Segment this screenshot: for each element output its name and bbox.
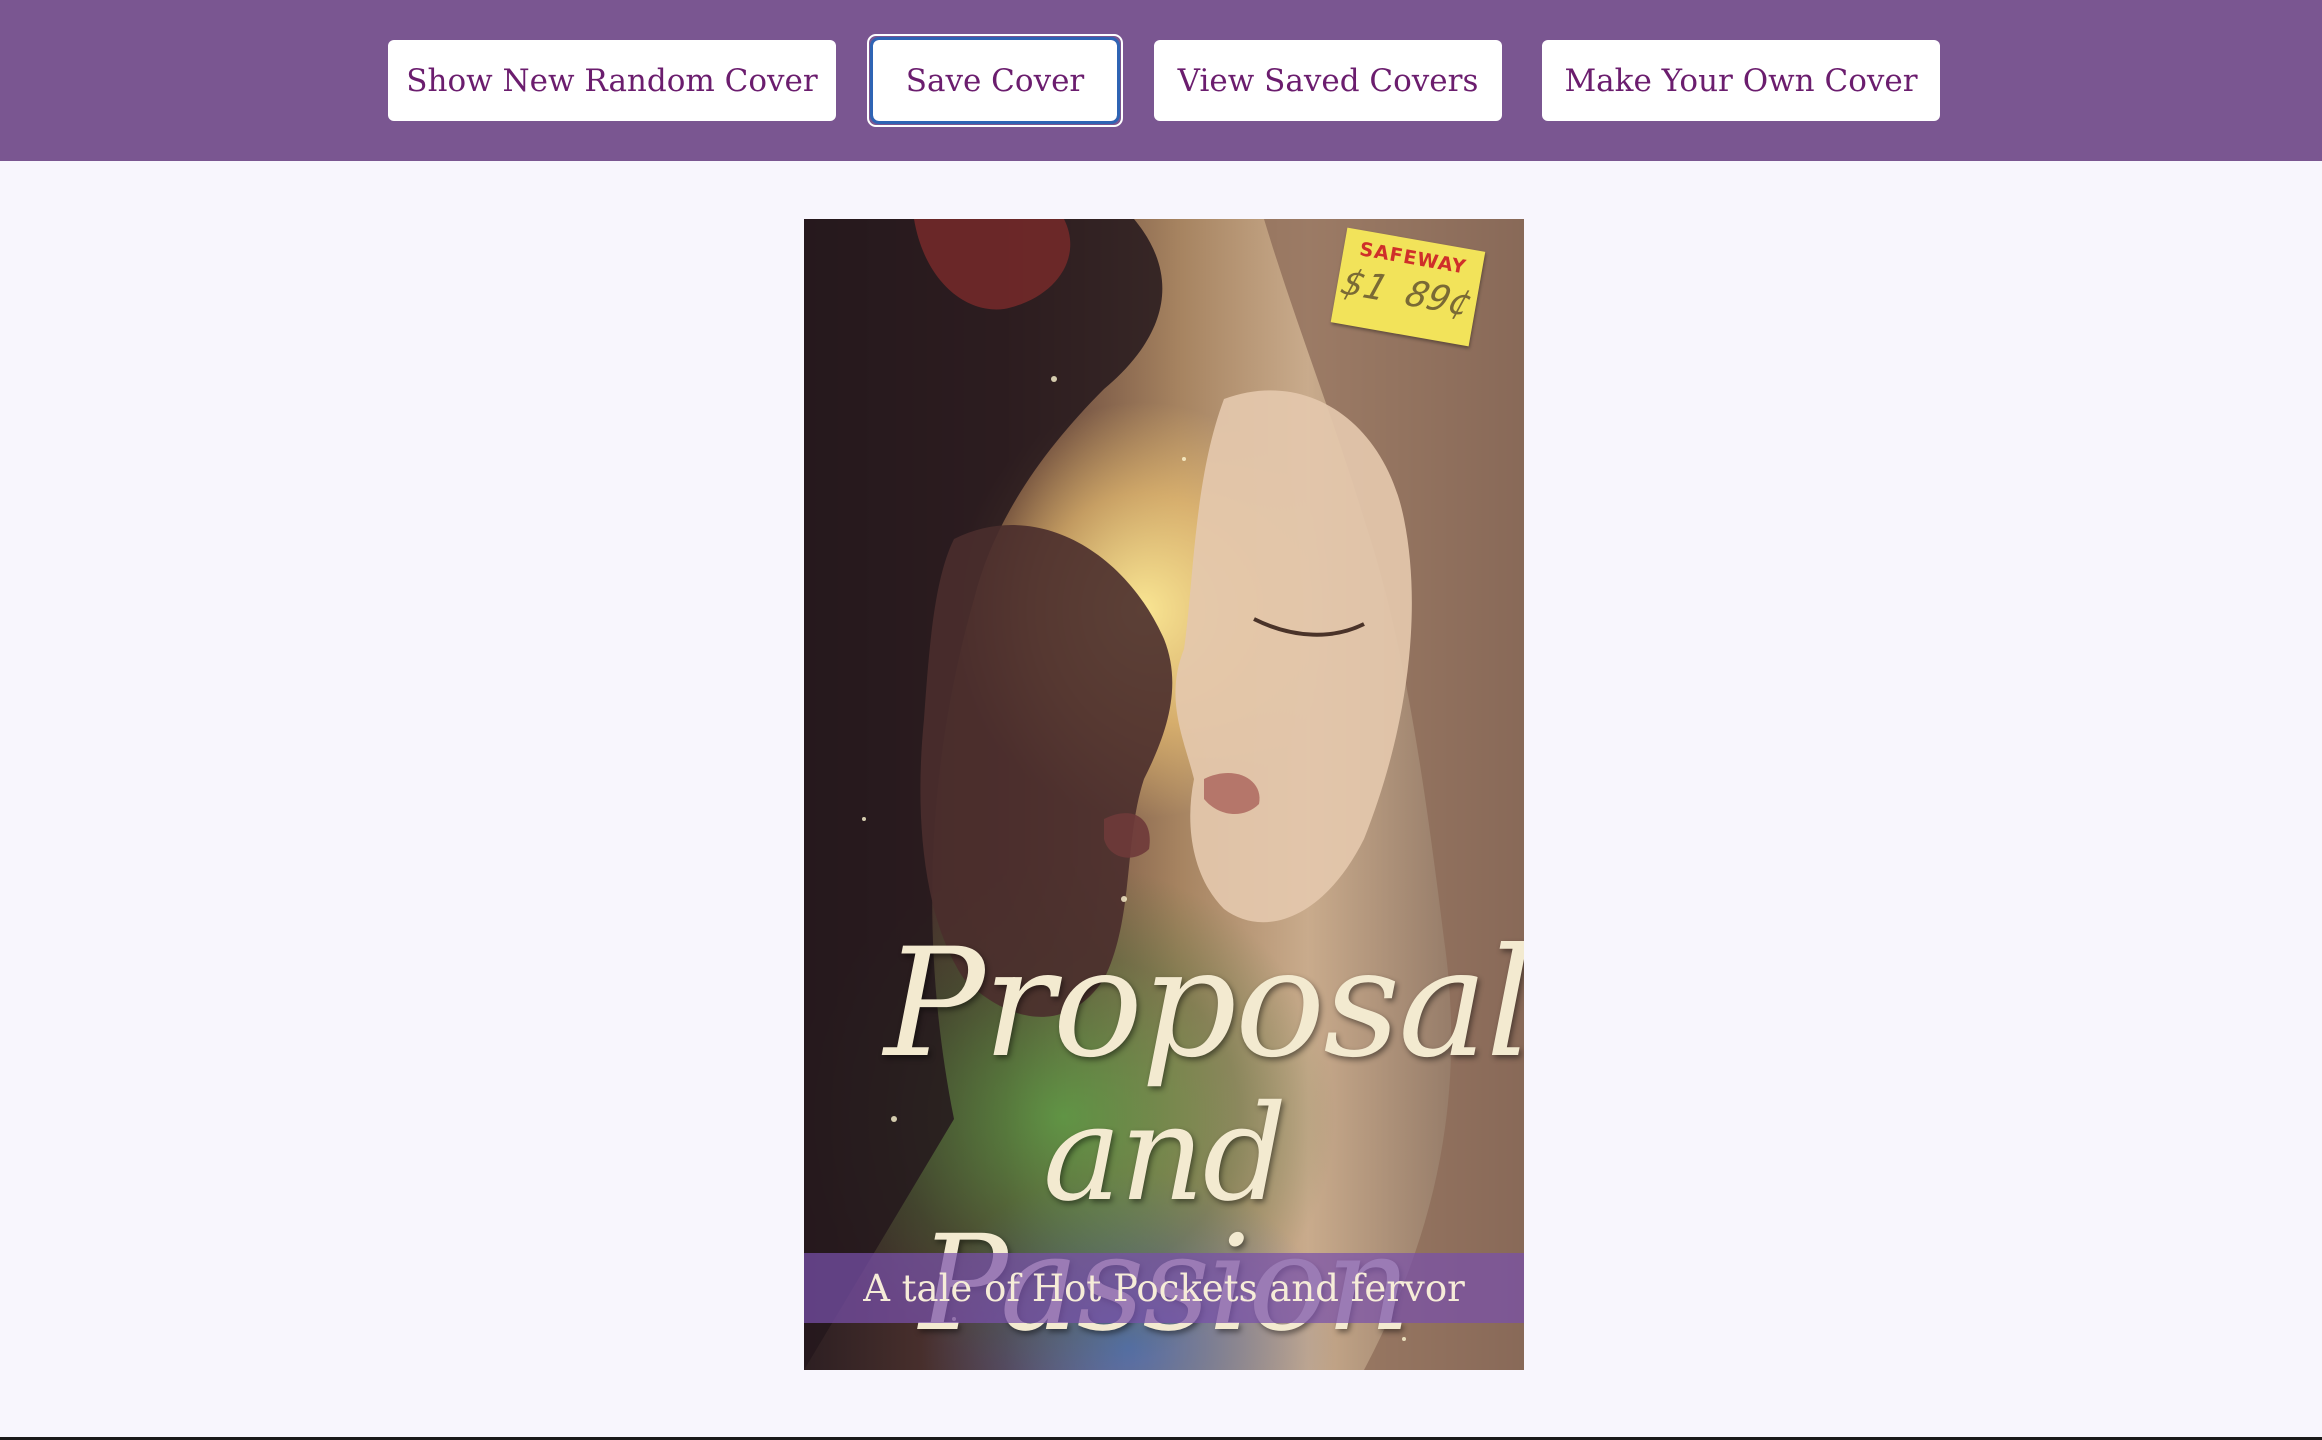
page: Show New Random Cover Save Cover View Sa… bbox=[0, 0, 2322, 1440]
save-cover-button[interactable]: Save Cover bbox=[867, 34, 1123, 127]
show-new-random-cover-button[interactable]: Show New Random Cover bbox=[388, 40, 836, 121]
right-figure-face bbox=[1175, 390, 1412, 923]
tagline-band: A tale of Hot Pockets and fervor bbox=[804, 1253, 1524, 1323]
make-your-own-cover-button[interactable]: Make Your Own Cover bbox=[1542, 40, 1940, 121]
book-cover: SAFEWAY $1 89¢ Proposals and Passion A t… bbox=[804, 219, 1524, 1370]
cover-title-line1: Proposals bbox=[884, 917, 1524, 1091]
cover-tagline: A tale of Hot Pockets and fervor bbox=[863, 1266, 1465, 1310]
header-bar: Show New Random Cover Save Cover View Sa… bbox=[0, 0, 2322, 161]
view-saved-covers-button[interactable]: View Saved Covers bbox=[1154, 40, 1502, 121]
